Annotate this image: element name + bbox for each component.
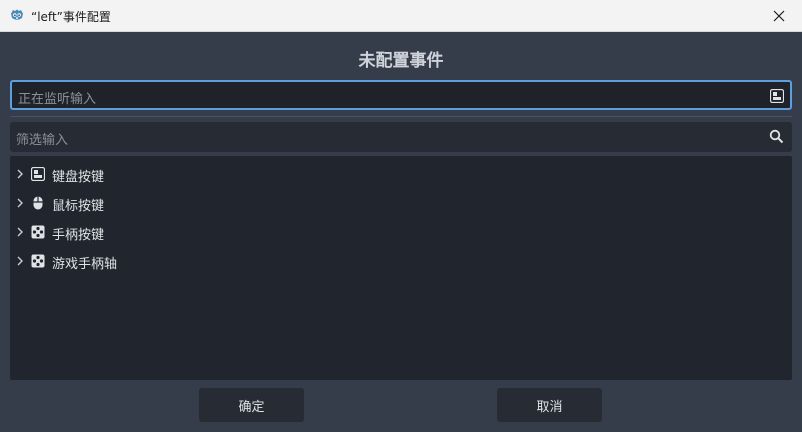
tree-item-joypad-button[interactable]: 手柄按键	[10, 220, 792, 246]
tree-item-label: 游戏手柄轴	[52, 257, 118, 272]
close-window-button[interactable]	[756, 0, 802, 31]
godot-app-icon	[9, 7, 25, 23]
tree-item-keyboard[interactable]: 键盘按键	[10, 162, 792, 188]
joypad-icon	[31, 253, 45, 268]
filter-input-placeholder: 筛选输入	[16, 133, 69, 148]
filter-input-field[interactable]: 筛选输入	[10, 122, 792, 152]
separator	[10, 116, 792, 117]
cancel-button[interactable]: 取消	[497, 388, 602, 422]
ok-button[interactable]: 确定	[199, 388, 304, 422]
tree-item-label: 手柄按键	[52, 228, 105, 243]
window-titlebar: “left”事件配置	[0, 0, 802, 32]
tree-item-joypad-axis[interactable]: 游戏手柄轴	[10, 249, 792, 275]
mouse-icon	[31, 195, 45, 210]
chevron-right-icon[interactable]	[16, 227, 24, 237]
dialog-heading: 未配置事件	[358, 51, 444, 71]
tree-item-label: 鼠标按键	[52, 199, 105, 214]
listen-input-placeholder: 正在监听输入	[18, 92, 97, 107]
window-title: “left”事件配置	[31, 10, 111, 24]
keyboard-icon[interactable]	[769, 88, 785, 104]
tree-item-mouse[interactable]: 鼠标按键	[10, 191, 792, 217]
joypad-icon	[31, 224, 45, 239]
search-icon	[769, 129, 784, 144]
keyboard-icon	[30, 166, 46, 182]
input-type-tree: 键盘按键 鼠标按键 手柄按键 游戏手柄轴	[10, 156, 792, 380]
tree-item-label: 键盘按键	[52, 170, 105, 185]
chevron-right-icon[interactable]	[16, 169, 24, 179]
event-config-dialog: 未配置事件 正在监听输入 筛选输入 键盘按键 鼠标按键 手柄按键 游戏手柄轴 确…	[0, 32, 802, 432]
listen-input-field[interactable]: 正在监听输入	[10, 80, 792, 110]
chevron-right-icon[interactable]	[16, 256, 24, 266]
chevron-right-icon[interactable]	[16, 198, 24, 208]
close-icon	[773, 10, 785, 21]
